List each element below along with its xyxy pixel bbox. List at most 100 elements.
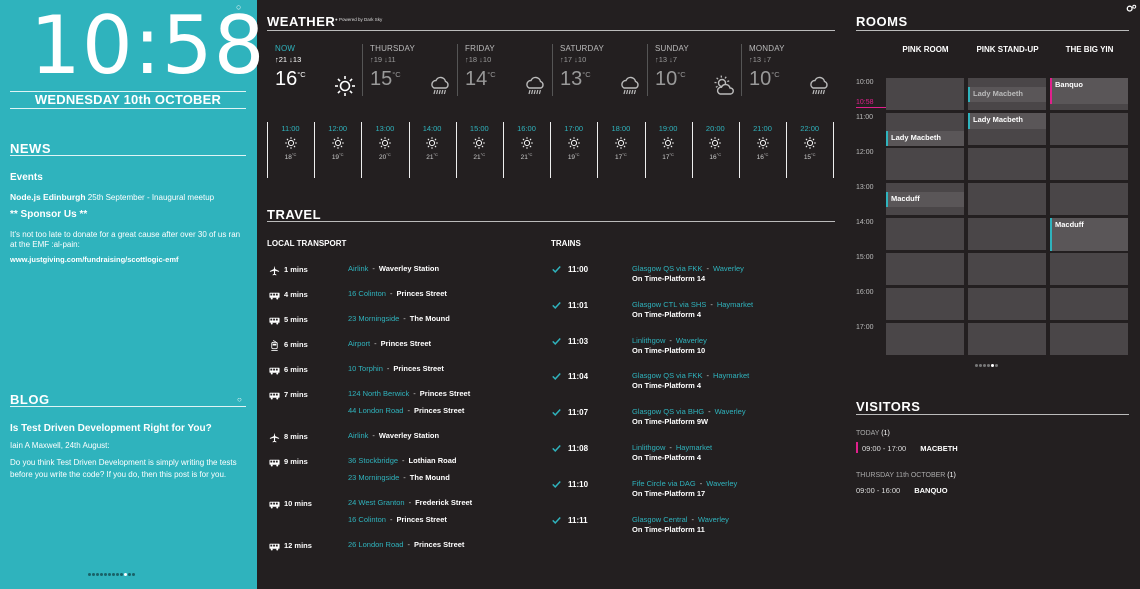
sun-icon: [473, 137, 486, 149]
room-slot[interactable]: [1050, 288, 1128, 320]
room-slot[interactable]: [968, 148, 1046, 180]
weather-day-hilo: ↑13 ↓7: [655, 55, 678, 64]
pager-dot[interactable]: [995, 364, 998, 367]
room-slot[interactable]: [886, 253, 964, 285]
room-slot[interactable]: [1050, 323, 1128, 355]
separator: -: [669, 443, 672, 452]
pager-dot[interactable]: [116, 573, 119, 576]
room-slot[interactable]: [968, 218, 1046, 250]
transport-destination: Frederick Street: [415, 498, 473, 507]
pager-dot[interactable]: [112, 573, 115, 576]
transport-line[interactable]: 23 Morningside - The Mound: [348, 314, 450, 323]
check-icon: [552, 480, 561, 488]
sun-icon: [662, 137, 674, 149]
clock-settings-icon[interactable]: ○: [236, 2, 241, 12]
sun-icon: [335, 76, 355, 96]
room-slot[interactable]: [1050, 253, 1128, 285]
pager-dot[interactable]: [92, 573, 95, 576]
transport-line[interactable]: Airlink - Waverley Station: [348, 431, 439, 440]
transport-line[interactable]: 26 London Road - Princes Street: [348, 540, 464, 549]
pager-dot[interactable]: [975, 364, 978, 367]
pager-dot[interactable]: [128, 573, 131, 576]
room-booking[interactable]: Lady Macbeth: [886, 130, 964, 146]
room-slot[interactable]: [886, 148, 964, 180]
train-route[interactable]: Linlithgow - Waverley: [632, 336, 707, 345]
room-slot[interactable]: [886, 288, 964, 320]
blog-title[interactable]: Is Test Driven Development Right for You…: [10, 423, 212, 434]
pager-dot[interactable]: [88, 573, 91, 576]
blog-settings-icon[interactable]: ○: [237, 395, 242, 404]
pager-dot[interactable]: [979, 364, 982, 367]
room-booking[interactable]: Banquo: [1050, 78, 1128, 104]
pager-dot[interactable]: [108, 573, 111, 576]
left-pager[interactable]: [88, 573, 135, 576]
train-to: Haymarket: [675, 443, 713, 452]
transport-line[interactable]: 24 West Granton - Frederick Street: [348, 498, 472, 507]
room-slot[interactable]: [968, 253, 1046, 285]
room-slot[interactable]: [968, 288, 1046, 320]
transport-line[interactable]: 124 North Berwick - Princes Street: [348, 389, 470, 398]
train-route[interactable]: Linlithgow - Haymarket: [632, 443, 712, 452]
room-slot[interactable]: [1050, 183, 1128, 215]
room-slot[interactable]: [1050, 148, 1128, 180]
pager-dot[interactable]: [987, 364, 990, 367]
room-booking[interactable]: Macduff: [886, 191, 964, 208]
booking-name: Banquo: [1055, 80, 1083, 89]
weather-hour: 14:00 21°C: [409, 124, 456, 161]
hour-temp: 19°C: [550, 152, 597, 161]
sun-icon: [379, 137, 391, 149]
visitor-count: (1): [881, 430, 890, 437]
visitor-day: THURSDAY 11th OCTOBER (1): [856, 472, 956, 479]
weather-hour: 21:00 16°C: [739, 124, 786, 161]
hour-temp: 21°C: [456, 152, 503, 161]
room-slot[interactable]: [968, 323, 1046, 355]
transport-route: Airport: [348, 339, 371, 348]
pager-dot[interactable]: [124, 573, 127, 576]
room-slot[interactable]: [886, 78, 964, 110]
room-slot[interactable]: [1050, 113, 1128, 145]
room-slot[interactable]: [886, 323, 964, 355]
train-to: Waverley: [697, 514, 729, 524]
room-booking[interactable]: Lady Macbeth: [968, 86, 1046, 103]
pager-dot[interactable]: [991, 364, 994, 367]
train-route[interactable]: Glasgow CTL via SHS - Haymarket: [632, 300, 753, 309]
room-booking[interactable]: Macduff: [1050, 218, 1128, 251]
divider: [267, 221, 835, 222]
train-route[interactable]: Glasgow QS via BHG - Waverley: [632, 407, 746, 416]
pager-dot[interactable]: [100, 573, 103, 576]
pager-dot[interactable]: [96, 573, 99, 576]
rooms-pager[interactable]: [975, 364, 998, 367]
gear-icon[interactable]: [1126, 4, 1137, 15]
room-name[interactable]: PINK ROOM: [886, 45, 965, 54]
news-link[interactable]: www.justgiving.com/fundraising/scottlogi…: [10, 255, 178, 264]
hour-time: 16:00: [517, 124, 536, 133]
pager-dot[interactable]: [983, 364, 986, 367]
room-booking[interactable]: Lady Macbeth: [968, 113, 1046, 129]
transport-destination: Princes Street: [393, 364, 444, 373]
hour-time: 13:00: [375, 124, 395, 133]
transport-mins: 4 mins: [284, 290, 308, 299]
room-name[interactable]: PINK STAND-UP: [968, 45, 1047, 54]
transport-line[interactable]: Airport - Princes Street: [348, 339, 431, 348]
transport-line[interactable]: 16 Colinton - Princes Street: [348, 289, 447, 298]
pager-dot[interactable]: [120, 573, 123, 576]
transport-line[interactable]: 10 Torphin - Princes Street: [348, 364, 444, 373]
train-route[interactable]: Fife Circle via DAG - Waverley: [632, 479, 737, 488]
train-route[interactable]: Glasgow QS via FKK - Waverley: [632, 264, 744, 273]
pager-dot[interactable]: [104, 573, 107, 576]
room-name[interactable]: THE BIG YIN: [1050, 45, 1129, 54]
separator: -: [403, 314, 406, 323]
train-route[interactable]: Glasgow Central - Waverley: [632, 515, 729, 524]
transport-line[interactable]: 16 Colinton - Princes Street: [348, 515, 447, 524]
room-slot[interactable]: [886, 218, 964, 250]
divider: [267, 30, 835, 31]
sun-icon: [567, 137, 580, 149]
pager-dot[interactable]: [132, 573, 135, 576]
transport-line[interactable]: 44 London Road - Princes Street: [348, 406, 464, 415]
train-route[interactable]: Glasgow QS via FKK - Haymarket: [632, 371, 749, 380]
transport-line[interactable]: 23 Morningside - The Mound: [348, 473, 450, 482]
room-slot[interactable]: [968, 183, 1046, 215]
transport-line[interactable]: 36 Stockbridge - Lothian Road: [348, 456, 456, 465]
transport-line[interactable]: Airlink - Waverley Station: [348, 264, 439, 273]
hour-time: 14:00: [422, 124, 442, 133]
